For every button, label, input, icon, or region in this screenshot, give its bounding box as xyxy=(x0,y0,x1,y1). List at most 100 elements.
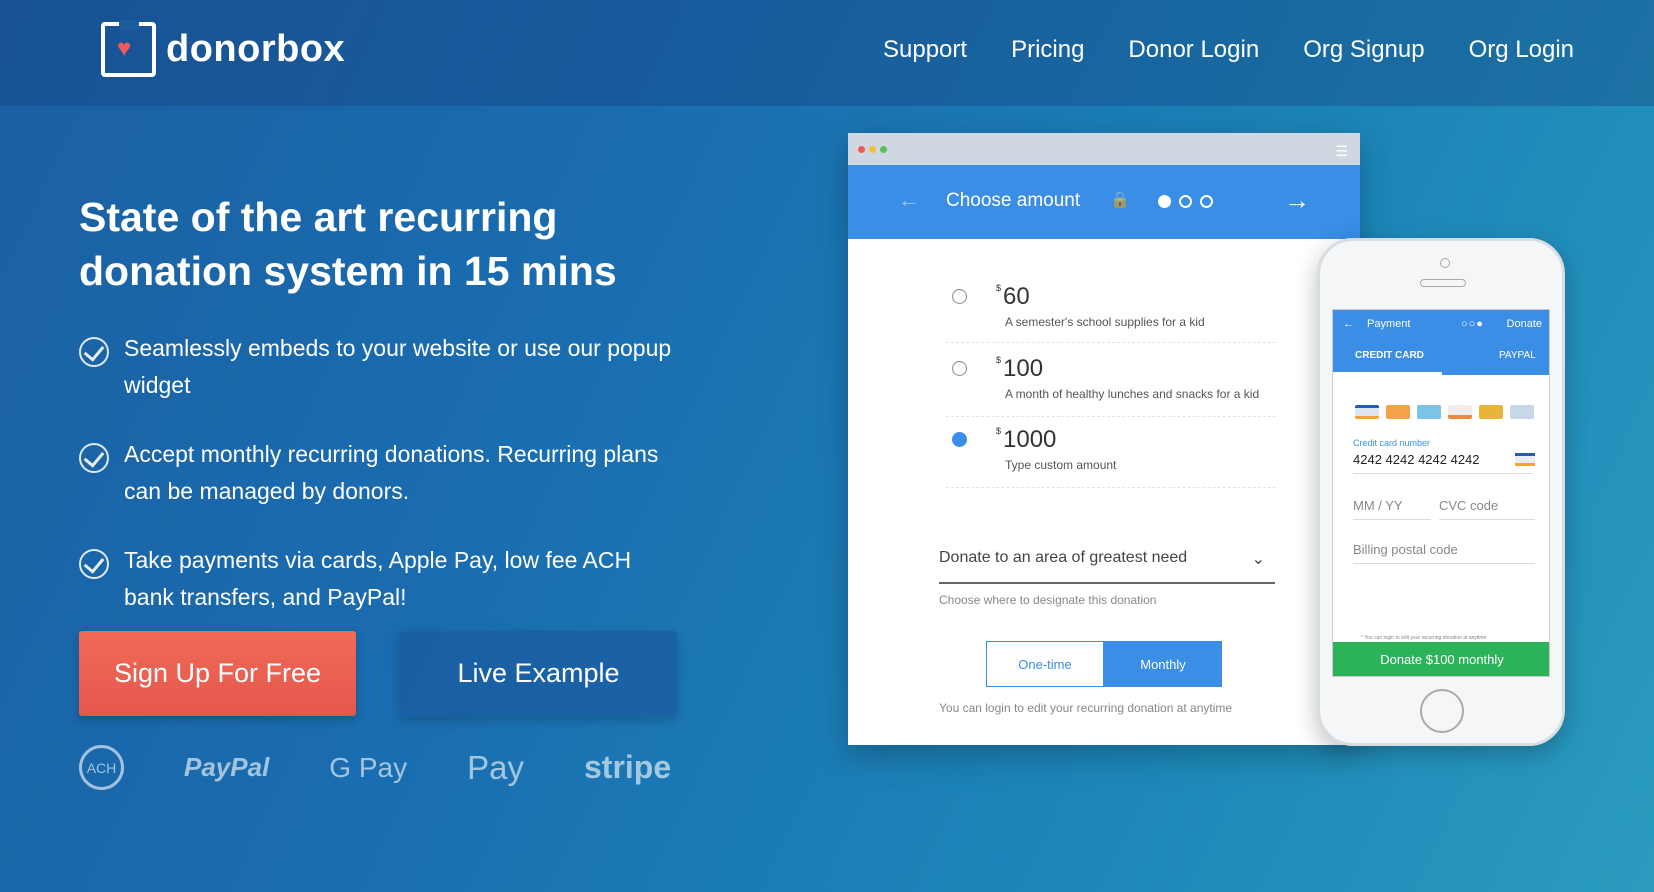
currency-symbol: $ xyxy=(996,283,1002,293)
visa-icon xyxy=(1355,405,1379,419)
step-dot xyxy=(1179,195,1192,208)
feature-item: Take payments via cards, Apple Pay, low … xyxy=(79,542,679,616)
designation-select[interactable]: Donate to an area of greatest need ⌄ xyxy=(939,549,1275,584)
radio-button-selected[interactable] xyxy=(952,432,967,447)
amount-description: A semester's school supplies for a kid xyxy=(1005,315,1205,329)
donate-button[interactable]: Donate $100 monthly xyxy=(1333,642,1549,676)
donate-link[interactable]: Donate xyxy=(1507,318,1542,330)
nav-org-signup[interactable]: Org Signup xyxy=(1303,36,1424,64)
amount-value[interactable]: $1000 xyxy=(996,426,1056,454)
phone-mockup: ← Payment ○○● Donate CREDIT CARD PAYPAL … xyxy=(1317,238,1565,746)
check-circle-icon xyxy=(79,549,109,579)
currency-symbol: $ xyxy=(996,426,1002,436)
radio-button[interactable] xyxy=(952,289,967,304)
payment-title: Payment xyxy=(1367,318,1411,330)
google-pay-logo: G Pay xyxy=(329,751,408,783)
donorbox-logo[interactable]: ♥ donorbox xyxy=(101,20,346,77)
amount-value: $60 xyxy=(996,283,1030,311)
jcb-icon xyxy=(1479,405,1503,419)
step-title: Choose amount xyxy=(946,190,1081,211)
amount-option[interactable]: $60 A semester's school supplies for a k… xyxy=(946,283,1276,343)
stripe-logo: stripe xyxy=(583,749,672,785)
lock-icon: 🔒 xyxy=(1110,192,1130,209)
ach-logo: ACH xyxy=(79,745,124,790)
step-dot xyxy=(1200,195,1213,208)
postal-code-field[interactable]: Billing postal code xyxy=(1353,542,1535,564)
next-arrow-icon[interactable]: → xyxy=(1284,185,1310,216)
home-button xyxy=(1420,689,1464,733)
sign-up-button[interactable]: Sign Up For Free xyxy=(79,631,356,716)
payment-methods: ACH PayPal G Pay Pay stripe xyxy=(79,745,671,790)
maximize-dot-icon xyxy=(880,146,887,153)
diners-icon xyxy=(1510,405,1534,419)
hamburger-menu-icon: ☰ xyxy=(1335,143,1348,159)
logo-box-icon: ♥ xyxy=(101,20,156,77)
amount-description: A month of healthy lunches and snacks fo… xyxy=(1005,387,1260,401)
currency-symbol: $ xyxy=(996,355,1002,365)
expiry-field[interactable]: MM / YY xyxy=(1353,498,1431,520)
nav-donor-login[interactable]: Donor Login xyxy=(1128,36,1259,64)
nav-pricing[interactable]: Pricing xyxy=(1011,36,1084,64)
feature-list: Seamlessly embeds to your website or use… xyxy=(79,330,679,648)
active-tab-underline xyxy=(1333,372,1442,375)
amount-number: 100 xyxy=(1003,355,1044,382)
discover-icon xyxy=(1448,405,1472,419)
amount-option[interactable]: $1000 Type custom amount xyxy=(946,426,1276,488)
step-indicator xyxy=(1158,195,1213,208)
step-dot-active xyxy=(1158,195,1171,208)
feature-item: Seamlessly embeds to your website or use… xyxy=(79,330,679,404)
back-arrow-icon[interactable]: ← xyxy=(1343,318,1354,330)
custom-amount-input[interactable]: 1000 xyxy=(1003,426,1056,453)
amount-number: 60 xyxy=(1003,283,1030,310)
close-dot-icon xyxy=(858,146,865,153)
step-header: ← Choose amount 🔒 → xyxy=(848,165,1360,239)
payment-header: ← Payment ○○● Donate CREDIT CARD PAYPAL xyxy=(1333,310,1549,375)
logo-text: donorbox xyxy=(166,28,346,70)
designation-value: Donate to an area of greatest need xyxy=(939,549,1188,566)
amount-option[interactable]: $100 A month of healthy lunches and snac… xyxy=(946,355,1276,417)
monthly-button[interactable]: Monthly xyxy=(1104,641,1222,687)
apple-pay-text: Pay xyxy=(467,748,524,786)
card-number-field[interactable]: 4242 4242 4242 4242 xyxy=(1353,452,1533,474)
nav-org-login[interactable]: Org Login xyxy=(1469,36,1574,64)
browser-titlebar: ☰ xyxy=(848,133,1360,165)
minimize-dot-icon xyxy=(869,146,876,153)
top-nav-bar: ♥ donorbox Support Pricing Donor Login O… xyxy=(0,0,1654,106)
back-arrow-icon[interactable]: ← xyxy=(898,187,920,213)
cvc-field[interactable]: CVC code xyxy=(1439,498,1535,520)
speaker-icon xyxy=(1420,279,1466,287)
designation-help: Choose where to designate this donation xyxy=(939,593,1157,607)
feature-text: Accept monthly recurring donations. Recu… xyxy=(124,441,659,504)
check-circle-icon xyxy=(79,443,109,473)
step-dots-icon: ○○● xyxy=(1461,318,1484,330)
amount-value: $100 xyxy=(996,355,1043,383)
card-number-label: Credit card number xyxy=(1353,438,1431,448)
feature-item: Accept monthly recurring donations. Recu… xyxy=(79,436,679,510)
feature-text: Seamlessly embeds to your website or use… xyxy=(124,335,672,398)
nav-support[interactable]: Support xyxy=(883,36,967,64)
paypal-logo: PayPal xyxy=(184,752,270,782)
frequency-toggle: One-time Monthly xyxy=(986,641,1222,687)
apple-pay-logo: Pay xyxy=(467,749,524,787)
tab-credit-card[interactable]: CREDIT CARD xyxy=(1355,350,1424,361)
live-example-button[interactable]: Live Example xyxy=(400,631,677,716)
amount-description: Type custom amount xyxy=(1005,458,1117,472)
check-circle-icon xyxy=(79,337,109,367)
amex-icon xyxy=(1417,405,1441,419)
radio-button[interactable] xyxy=(952,361,967,376)
donation-widget-mockup: ☰ ← Choose amount 🔒 → $60 A semester's s… xyxy=(848,133,1360,745)
feature-text: Take payments via cards, Apple Pay, low … xyxy=(124,547,632,610)
hero-title: State of the art recurring donation syst… xyxy=(79,194,617,294)
heart-icon: ♥ xyxy=(117,35,132,62)
phone-screen: ← Payment ○○● Donate CREDIT CARD PAYPAL … xyxy=(1332,309,1550,677)
chevron-down-icon: ⌄ xyxy=(1251,551,1265,568)
mastercard-icon xyxy=(1386,405,1410,419)
camera-icon xyxy=(1440,258,1450,268)
login-note: * You can login to edit your recurring d… xyxy=(1361,635,1487,641)
visa-icon xyxy=(1515,453,1535,466)
login-note: You can login to edit your recurring don… xyxy=(939,701,1233,715)
main-nav: Support Pricing Donor Login Org Signup O… xyxy=(883,36,1574,64)
one-time-button[interactable]: One-time xyxy=(986,641,1104,687)
card-brands xyxy=(1355,405,1534,419)
tab-paypal[interactable]: PAYPAL xyxy=(1499,350,1536,361)
